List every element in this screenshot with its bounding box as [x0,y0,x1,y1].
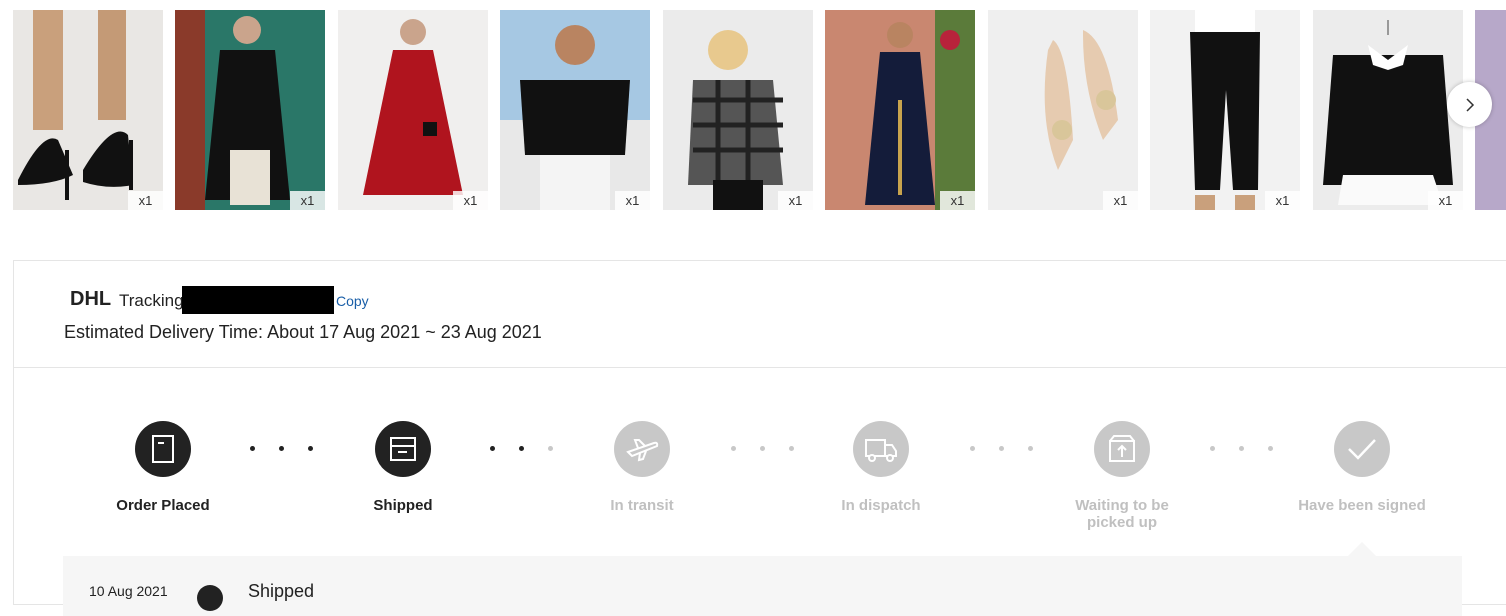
quantity-badge: x1 [940,191,975,210]
package-up-icon [1109,435,1135,462]
product-thumb-blouse[interactable]: x1 [1313,10,1463,210]
airplane-icon [626,439,659,462]
step-label: Waiting to be picked up [1075,497,1169,531]
copy-tracking-link[interactable]: Copy [336,293,369,309]
quantity-badge: x1 [128,191,163,210]
product-image [500,25,650,210]
checkmark-icon [1348,439,1376,460]
tracking-number-redacted [182,286,334,314]
step-connector [1210,446,1280,452]
carousel-next-button[interactable] [1447,82,1492,127]
step-label: Order Placed [116,497,210,514]
carrier-name: DHL [70,288,112,310]
quantity-badge: x1 [778,191,813,210]
step-shipped: Shipped [333,421,473,514]
step-waiting-pickup: Waiting to be picked up [1052,421,1192,531]
step-connector [250,446,320,452]
product-thumb-coat[interactable]: x1 [175,10,325,210]
quantity-badge: x1 [453,191,488,210]
document-icon [152,435,174,463]
quantity-badge: x1 [290,191,325,210]
step-in-transit: In transit [572,421,712,514]
product-thumb-pants[interactable]: x1 [1150,10,1300,210]
product-strip: x1 x1 x1 x1 x1 x1 x1 x1 x1 [13,10,1506,210]
history-box-icon [197,585,223,611]
quantity-badge: x1 [1428,191,1463,210]
product-thumb-heels[interactable]: x1 [13,10,163,210]
step-label: Shipped [373,497,433,514]
quantity-badge: x1 [1103,191,1138,210]
step-order-placed: Order Placed [93,421,233,514]
product-thumb-pearl-top[interactable]: x1 [500,10,650,210]
box-icon [390,437,416,461]
truck-icon [865,439,897,462]
step-connector [490,446,560,452]
product-image [175,10,290,210]
product-thumb-plaid[interactable]: x1 [663,10,813,210]
history-date: 10 Aug 2021 [89,583,168,599]
history-status: Shipped [248,581,315,601]
chevron-right-icon [1465,97,1474,112]
product-thumb-red-dress[interactable]: x1 [338,10,488,210]
quantity-badge: x1 [1265,191,1300,210]
step-label: Have been signed [1298,497,1426,514]
product-image [363,19,463,195]
step-in-dispatch: In dispatch [811,421,951,514]
tracking-header: DHL Tracking Copy Estimated Delivery Tim… [14,261,1506,368]
product-image [1323,20,1453,205]
tracking-label: Tracking [119,291,184,310]
product-image [1190,10,1260,210]
product-image [688,30,783,210]
product-image [1044,30,1118,170]
step-connector [731,446,801,452]
current-step-pointer [1348,542,1376,556]
estimated-delivery: Estimated Delivery Time: About 17 Aug 20… [64,322,542,342]
step-label: In dispatch [841,497,921,514]
product-image [18,10,133,200]
step-signed: Have been signed [1292,421,1432,514]
quantity-badge: x1 [615,191,650,210]
step-connector [970,446,1040,452]
product-thumb-flats[interactable]: x1 [988,10,1138,210]
tracking-card: DHL Tracking Copy Estimated Delivery Tim… [13,260,1506,616]
tracking-history: 10 Aug 2021 Shipped [63,556,1462,616]
product-thumb-navy-dress[interactable]: x1 [825,10,975,210]
step-label: In transit [610,497,674,514]
product-image [865,10,975,210]
